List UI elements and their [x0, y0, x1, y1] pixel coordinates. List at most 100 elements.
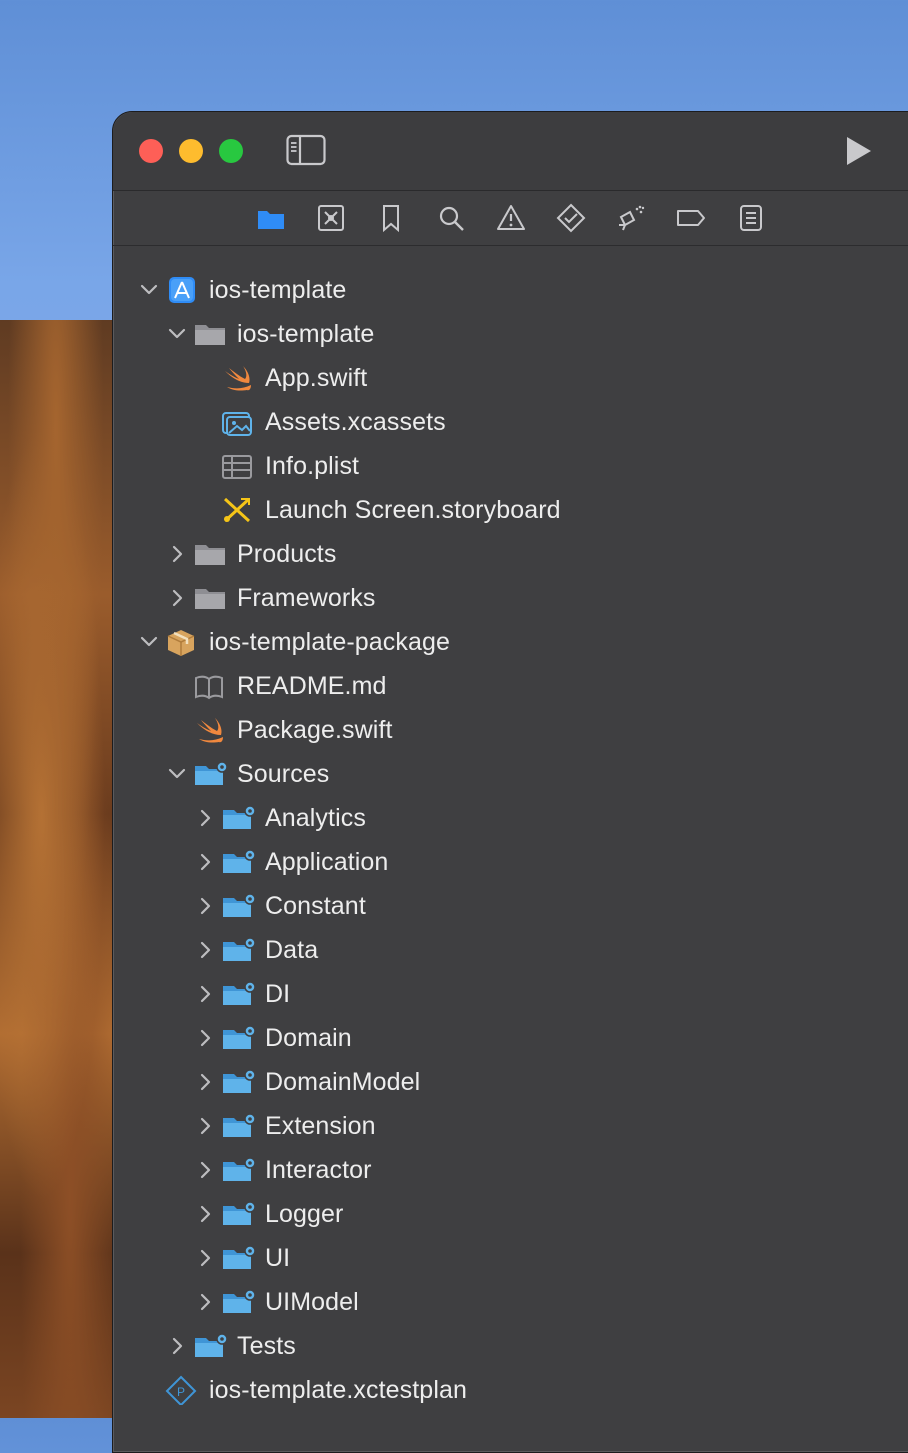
- report-icon[interactable]: [736, 203, 766, 233]
- close-button[interactable]: [139, 139, 163, 163]
- chevron-right-icon[interactable]: [195, 1160, 215, 1180]
- tree-item-label: Data: [265, 936, 319, 964]
- tree-item-label: Package.swift: [237, 716, 393, 744]
- blue-folder-icon: [223, 1069, 255, 1093]
- debug-icon[interactable]: [616, 203, 646, 233]
- tree-row[interactable]: Logger: [113, 1192, 908, 1236]
- tree-row[interactable]: README.md: [113, 664, 908, 708]
- breakpoint-icon[interactable]: [676, 203, 706, 233]
- chevron-down-icon[interactable]: [139, 632, 159, 652]
- chevron-right-icon[interactable]: [195, 1248, 215, 1268]
- tree-item-label: DI: [265, 980, 291, 1008]
- tree-row[interactable]: ios-template: [113, 312, 908, 356]
- blue-folder-icon: [223, 805, 255, 829]
- blue-folder-icon: [223, 1025, 255, 1049]
- chevron-right-icon[interactable]: [195, 896, 215, 916]
- tree-row[interactable]: Data: [113, 928, 908, 972]
- tree-row[interactable]: Constant: [113, 884, 908, 928]
- chevron-right-icon[interactable]: [195, 808, 215, 828]
- minimize-button[interactable]: [179, 139, 203, 163]
- chevron-down-icon[interactable]: [167, 764, 187, 784]
- tree-row[interactable]: Pios-template.xctestplan: [113, 1368, 908, 1412]
- tree-row[interactable]: Assets.xcassets: [113, 400, 908, 444]
- blue-folder-icon: [195, 1333, 227, 1357]
- xcode-project-icon: [169, 277, 195, 303]
- swift-file-icon: [197, 718, 223, 743]
- tree-item-label: Assets.xcassets: [265, 408, 446, 436]
- chevron-right-icon[interactable]: [195, 852, 215, 872]
- chevron-right-icon[interactable]: [195, 1116, 215, 1136]
- tree-item-label: Analytics: [265, 804, 366, 832]
- search-icon[interactable]: [436, 203, 466, 233]
- tree-row[interactable]: Domain: [113, 1016, 908, 1060]
- chevron-right-icon[interactable]: [195, 940, 215, 960]
- svg-text:P: P: [177, 1385, 185, 1399]
- blue-folder-icon: [223, 937, 255, 961]
- tree-row[interactable]: Application: [113, 840, 908, 884]
- tree-row[interactable]: ios-template: [113, 268, 908, 312]
- tree-row[interactable]: Package.swift: [113, 708, 908, 752]
- tree-item-label: ios-template: [237, 320, 375, 348]
- navigator-tab-bar: [113, 191, 908, 246]
- tree-row[interactable]: Interactor: [113, 1148, 908, 1192]
- tree-item-label: UI: [265, 1244, 291, 1272]
- chevron-down-icon[interactable]: [139, 280, 159, 300]
- tree-row[interactable]: Tests: [113, 1324, 908, 1368]
- tree-item-label: ios-template: [209, 276, 347, 304]
- tree-item-label: Tests: [237, 1332, 296, 1360]
- chevron-right-icon[interactable]: [195, 1292, 215, 1312]
- tree-row[interactable]: DI: [113, 972, 908, 1016]
- tree-row[interactable]: UI: [113, 1236, 908, 1280]
- tree-row[interactable]: Launch Screen.storyboard: [113, 488, 908, 532]
- test-icon[interactable]: [556, 203, 586, 233]
- chevron-right-icon[interactable]: [195, 1028, 215, 1048]
- blue-folder-icon: [223, 1289, 255, 1313]
- tree-item-label: Domain: [265, 1024, 352, 1052]
- chevron-down-icon[interactable]: [167, 324, 187, 344]
- tree-row[interactable]: Sources: [113, 752, 908, 796]
- tree-row[interactable]: Analytics: [113, 796, 908, 840]
- swift-file-icon: [225, 366, 251, 391]
- blue-folder-icon: [223, 1245, 255, 1269]
- tree-row[interactable]: DomainModel: [113, 1060, 908, 1104]
- tree-row[interactable]: Products: [113, 532, 908, 576]
- chevron-right-icon[interactable]: [195, 1204, 215, 1224]
- tree-item-label: Interactor: [265, 1156, 372, 1184]
- blue-folder-icon: [223, 849, 255, 873]
- tree-item-label: Launch Screen.storyboard: [265, 496, 561, 524]
- chevron-right-icon[interactable]: [167, 588, 187, 608]
- play-icon[interactable]: [841, 134, 875, 168]
- source-control-icon[interactable]: [316, 203, 346, 233]
- tree-row[interactable]: ios-template-package: [113, 620, 908, 664]
- tree-item-label: Constant: [265, 892, 366, 920]
- package-icon: [167, 630, 195, 656]
- tree-item-label: Sources: [237, 760, 330, 788]
- tree-row[interactable]: Info.plist: [113, 444, 908, 488]
- zoom-button[interactable]: [219, 139, 243, 163]
- gray-folder-icon: [195, 589, 225, 609]
- tree-item-label: ios-template.xctestplan: [209, 1376, 467, 1404]
- blue-folder-icon: [223, 893, 255, 917]
- chevron-right-icon[interactable]: [195, 1072, 215, 1092]
- tree-row[interactable]: Extension: [113, 1104, 908, 1148]
- sidebar-toggle-icon[interactable]: [286, 134, 326, 166]
- tree-item-label: README.md: [237, 672, 387, 700]
- tree-item-label: Extension: [265, 1112, 376, 1140]
- gray-folder-icon: [195, 545, 225, 565]
- bookmark-icon[interactable]: [376, 203, 406, 233]
- chevron-right-icon[interactable]: [167, 544, 187, 564]
- tree-item-label: ios-template-package: [209, 628, 451, 656]
- tree-row[interactable]: App.swift: [113, 356, 908, 400]
- plist-icon: [222, 455, 252, 479]
- blue-folder-icon: [195, 761, 227, 785]
- folder-icon[interactable]: [256, 203, 286, 233]
- blue-folder-icon: [223, 981, 255, 1005]
- tree-item-label: DomainModel: [265, 1068, 421, 1096]
- tree-row[interactable]: UIModel: [113, 1280, 908, 1324]
- chevron-right-icon[interactable]: [195, 984, 215, 1004]
- chevron-right-icon[interactable]: [167, 1336, 187, 1356]
- tree-item-label: App.swift: [265, 364, 368, 392]
- tree-row[interactable]: Frameworks: [113, 576, 908, 620]
- warning-icon[interactable]: [496, 203, 526, 233]
- asset-catalog-icon: [222, 412, 252, 436]
